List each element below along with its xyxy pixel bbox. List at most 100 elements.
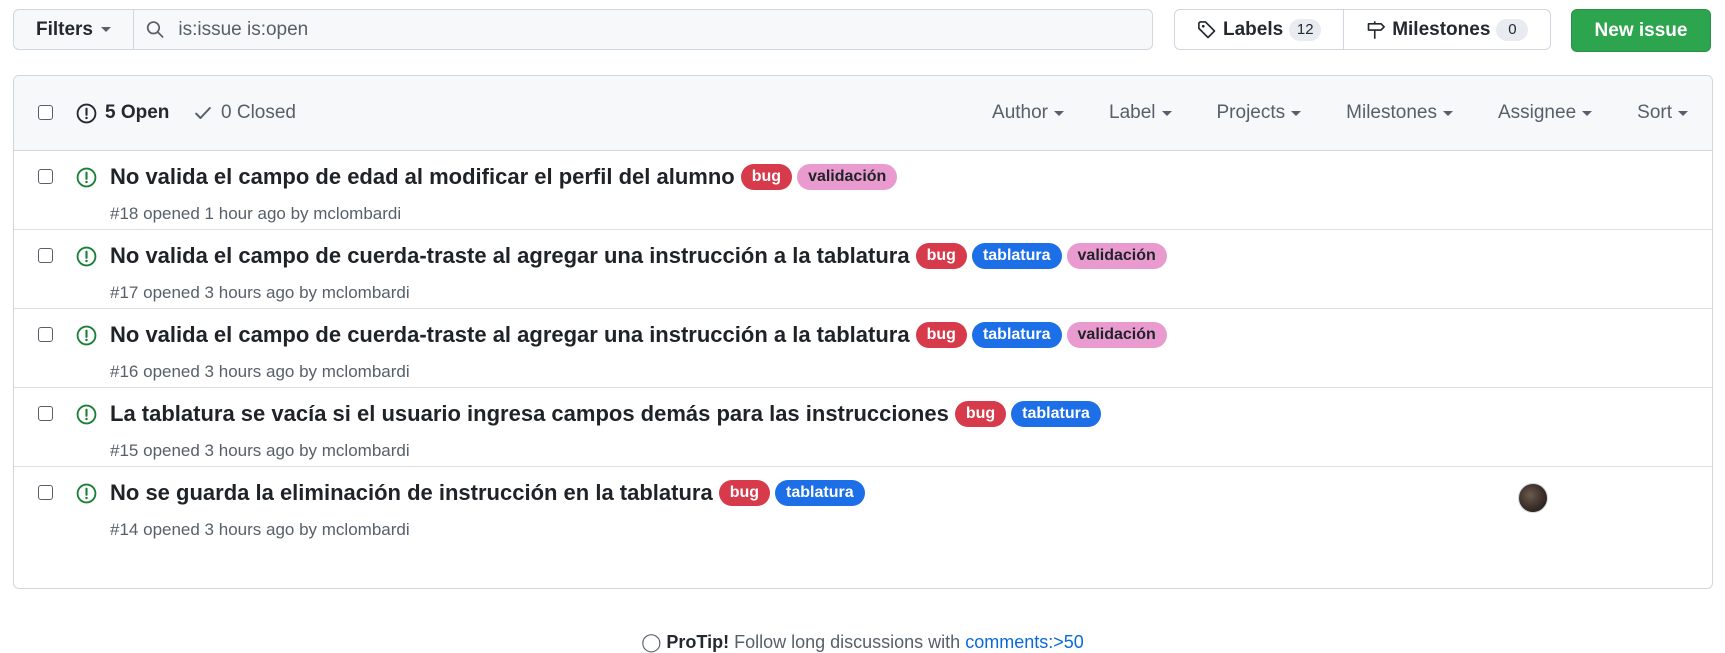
issue-opened-icon xyxy=(76,246,97,267)
chevron-down-icon xyxy=(1678,110,1688,116)
open-issues-tab[interactable]: 5 Open xyxy=(76,76,169,150)
filters-button[interactable]: Filters xyxy=(14,10,134,49)
issue-label[interactable]: tablatura xyxy=(971,243,1062,269)
issue-title-line: No valida el campo de edad al modificar … xyxy=(110,164,898,190)
issue-rows: No valida el campo de edad al modificar … xyxy=(14,151,1712,555)
issue-opened-icon xyxy=(76,483,97,504)
issues-list-header: 5 Open 0 Closed Author Label Projects Miles… xyxy=(14,76,1712,151)
issue-title-link[interactable]: No valida el campo de cuerda-traste al a… xyxy=(110,322,910,348)
issue-author-link[interactable]: mclombardi xyxy=(322,362,410,381)
milestones-count: 0 xyxy=(1496,18,1529,41)
issue-meta: #16 opened 3 hours ago by mclombardi xyxy=(110,362,410,382)
new-issue-button[interactable]: New issue xyxy=(1571,9,1711,52)
chevron-down-icon xyxy=(101,27,112,32)
issue-number: #18 xyxy=(110,204,139,223)
issue-opened-text: opened 3 hours ago by xyxy=(143,362,318,381)
filter-menu-label: Label xyxy=(1109,102,1156,123)
filter-menu-label: Author xyxy=(992,102,1048,123)
issue-number: #17 xyxy=(110,283,139,302)
issue-meta: #17 opened 3 hours ago by mclombardi xyxy=(110,283,410,303)
issue-meta: #14 opened 3 hours ago by mclombardi xyxy=(110,520,410,540)
issue-title-line: No valida el campo de cuerda-traste al a… xyxy=(110,243,1167,269)
filter-menus: Author Label Projects Milestones Assignee Sor… xyxy=(992,76,1688,150)
issue-number: #15 xyxy=(110,441,139,460)
assignee-avatar[interactable] xyxy=(1518,483,1548,513)
filters-label: Filters xyxy=(35,18,94,40)
labels-button[interactable]: Labels 12 xyxy=(1175,10,1343,49)
filter-menu-label: Projects xyxy=(1216,102,1286,123)
search-container xyxy=(134,10,1152,49)
protip: ◯ ProTip! Follow long discussions with c… xyxy=(0,632,1725,653)
issue-checkbox[interactable] xyxy=(38,248,53,263)
issue-label[interactable]: bug xyxy=(954,401,1007,427)
issue-title-link[interactable]: No se guarda la eliminación de instrucci… xyxy=(110,480,713,506)
open-count-label: 5 Open xyxy=(105,102,170,123)
issue-title-link[interactable]: No valida el campo de edad al modificar … xyxy=(110,164,735,190)
issue-author-link[interactable]: mclombardi xyxy=(322,441,410,460)
issue-label[interactable]: bug xyxy=(740,164,793,190)
filter-menu-label: Assignee xyxy=(1497,102,1577,123)
protip-link[interactable]: comments:>50 xyxy=(965,632,1084,652)
filter-menu-sort[interactable]: Sort xyxy=(1637,102,1688,124)
issue-label[interactable]: tablatura xyxy=(1011,401,1101,427)
issue-author-link[interactable]: mclombardi xyxy=(322,520,410,539)
issue-checkbox[interactable] xyxy=(38,406,53,421)
tag-icon xyxy=(1198,20,1216,38)
check-icon xyxy=(195,107,211,119)
issue-title-line: La tablatura se vacía si el usuario ingr… xyxy=(110,401,1101,427)
filter-menu-milestones[interactable]: Milestones xyxy=(1346,102,1453,124)
chevron-down-icon xyxy=(1442,110,1453,116)
issue-title-link[interactable]: La tablatura se vacía si el usuario ingr… xyxy=(110,401,949,427)
issue-opened-text: opened 1 hour ago by xyxy=(143,204,309,223)
filter-menu-projects[interactable]: Projects xyxy=(1217,102,1302,124)
filter-menu-label: Sort xyxy=(1637,102,1672,123)
protip-lead: ProTip! xyxy=(666,632,730,652)
filter-menu-label: Milestones xyxy=(1346,102,1437,123)
issue-number: #16 xyxy=(110,362,139,381)
chevron-down-icon xyxy=(1582,110,1593,116)
labels-milestones-group: Labels 12 Milestones 0 xyxy=(1174,9,1551,50)
issue-label[interactable]: validación xyxy=(797,164,898,190)
filter-menu-label[interactable]: Label xyxy=(1109,102,1172,124)
chevron-down-icon xyxy=(1054,110,1064,116)
issue-opened-text: opened 3 hours ago by xyxy=(143,441,318,460)
issue-opened-icon xyxy=(76,404,97,425)
issue-checkbox[interactable] xyxy=(38,169,53,184)
milestones-button[interactable]: Milestones 0 xyxy=(1343,10,1550,49)
filters-bar: Filters xyxy=(13,9,1153,50)
issue-row: No valida el campo de edad al modificar … xyxy=(14,151,1712,230)
closed-count-label: 0 Closed xyxy=(221,102,296,123)
issue-author-link[interactable]: mclombardi xyxy=(322,283,410,302)
issue-checkbox[interactable] xyxy=(38,485,53,500)
milestone-icon xyxy=(1367,20,1386,39)
issue-opened-icon xyxy=(76,103,97,123)
issue-row: No valida el campo de cuerda-traste al a… xyxy=(14,230,1712,309)
issue-label[interactable]: tablatura xyxy=(971,322,1062,348)
issue-meta: #18 opened 1 hour ago by mclombardi xyxy=(110,204,401,224)
issue-checkbox[interactable] xyxy=(38,327,53,342)
issue-label[interactable]: tablatura xyxy=(775,480,865,506)
issue-number: #14 xyxy=(110,520,139,539)
labels-count: 12 xyxy=(1289,18,1322,41)
search-input[interactable] xyxy=(176,17,1152,42)
issue-row: No se guarda la eliminación de instrucci… xyxy=(14,467,1712,555)
issue-label[interactable]: validación xyxy=(1066,322,1167,348)
issue-label[interactable]: bug xyxy=(718,480,771,506)
issue-title-link[interactable]: No valida el campo de cuerda-traste al a… xyxy=(110,243,910,269)
issue-author-link[interactable]: mclombardi xyxy=(313,204,401,223)
closed-issues-tab[interactable]: 0 Closed xyxy=(193,76,296,150)
issue-label[interactable]: validación xyxy=(1066,243,1167,269)
issue-row: No valida el campo de cuerda-traste al a… xyxy=(14,309,1712,388)
search-icon xyxy=(146,21,164,38)
filter-menu-assignee[interactable]: Assignee xyxy=(1497,102,1593,124)
issue-meta: #15 opened 3 hours ago by mclombardi xyxy=(110,441,410,461)
issues-list: 5 Open 0 Closed Author Label Projects Miles… xyxy=(13,75,1713,589)
milestones-label: Milestones xyxy=(1392,18,1491,40)
issue-title-line: No valida el campo de cuerda-traste al a… xyxy=(110,322,1167,348)
issue-label[interactable]: bug xyxy=(915,322,967,348)
filter-menu-author[interactable]: Author xyxy=(992,102,1064,124)
chevron-down-icon xyxy=(1291,110,1302,116)
issue-label[interactable]: bug xyxy=(915,243,967,269)
select-all-checkbox[interactable] xyxy=(38,105,53,120)
issue-opened-text: opened 3 hours ago by xyxy=(143,283,318,302)
